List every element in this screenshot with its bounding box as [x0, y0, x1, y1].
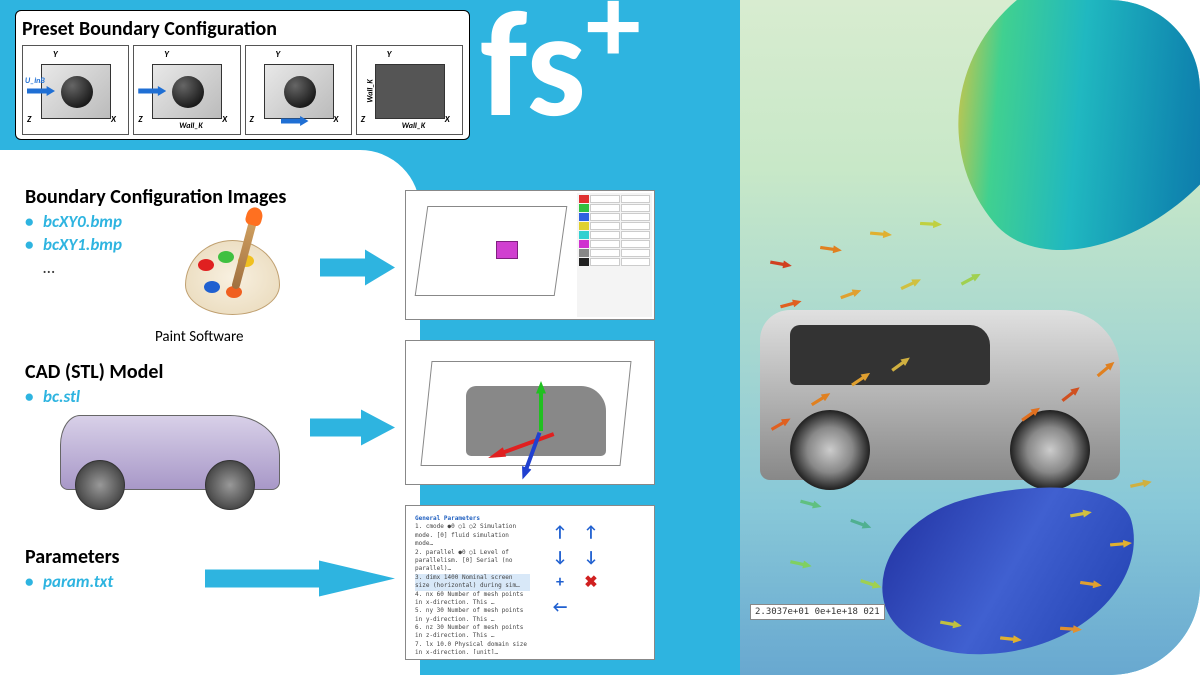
cad-title: CAD (STL) Model	[0, 360, 163, 384]
logo-text: fs	[480, 0, 586, 156]
section-params: Parameters param.txt	[0, 545, 119, 594]
preset-title: Preset Boundary Configuration	[22, 17, 463, 41]
preset-thumb-4: X Y Z Wall_K Wall_K	[356, 45, 463, 135]
param-btn-del[interactable]: ✖	[577, 571, 605, 593]
sim-readout: 2.3037e+01 0e+1e+18 021	[750, 604, 885, 620]
preset-thumb-2: X Y Z Wall_K	[133, 45, 240, 135]
center-panel-stl-viewer	[405, 340, 655, 485]
paint-caption: Paint Software	[155, 328, 243, 346]
preset-boundary-box: Preset Boundary Configuration X Y Z U_in…	[15, 10, 470, 140]
center-panel-param-editor: General Parameters 1. cmode ●0 ○1 ○2 Sim…	[405, 505, 655, 660]
bc-region-marker	[496, 241, 518, 259]
param-buttons: ↑ ↑ ↓ ↓ + ✖ ←	[546, 521, 646, 618]
preset-thumb-3: X Y Z	[245, 45, 352, 135]
bci-title: Boundary Configuration Images	[0, 185, 286, 209]
param-btn-dn2[interactable]: ↓	[577, 546, 605, 568]
logo-plus: +	[586, 0, 641, 92]
param-btn-back[interactable]: ←	[546, 596, 574, 618]
viewer-sidebar	[577, 193, 652, 317]
param-text-area: General Parameters 1. cmode ●0 ○1 ○2 Sim…	[411, 511, 534, 654]
preset-thumb-row: X Y Z U_inB X Y Z Wall_K X Y Z X Y Z Wal…	[22, 45, 463, 135]
paint-palette-icon	[185, 240, 295, 325]
param-btn-up1[interactable]: ↑	[546, 521, 574, 543]
simulation-results-panel: 2.3037e+01 0e+1e+18 021	[740, 0, 1200, 675]
params-item-0: param.txt	[25, 571, 119, 592]
param-btn-up2[interactable]: ↑	[577, 521, 605, 543]
params-list: param.txt	[0, 571, 119, 592]
fs-plus-logo: fs+	[480, 0, 641, 140]
param-btn-dn1[interactable]: ↓	[546, 546, 574, 568]
cad-car-illustration	[60, 395, 280, 510]
car-cfd-render	[760, 310, 1120, 480]
param-btn-add[interactable]: +	[546, 571, 574, 593]
preset-thumb-1: X Y Z U_inB	[22, 45, 129, 135]
center-panel-boundary-viewer	[405, 190, 655, 320]
params-title: Parameters	[0, 545, 119, 569]
